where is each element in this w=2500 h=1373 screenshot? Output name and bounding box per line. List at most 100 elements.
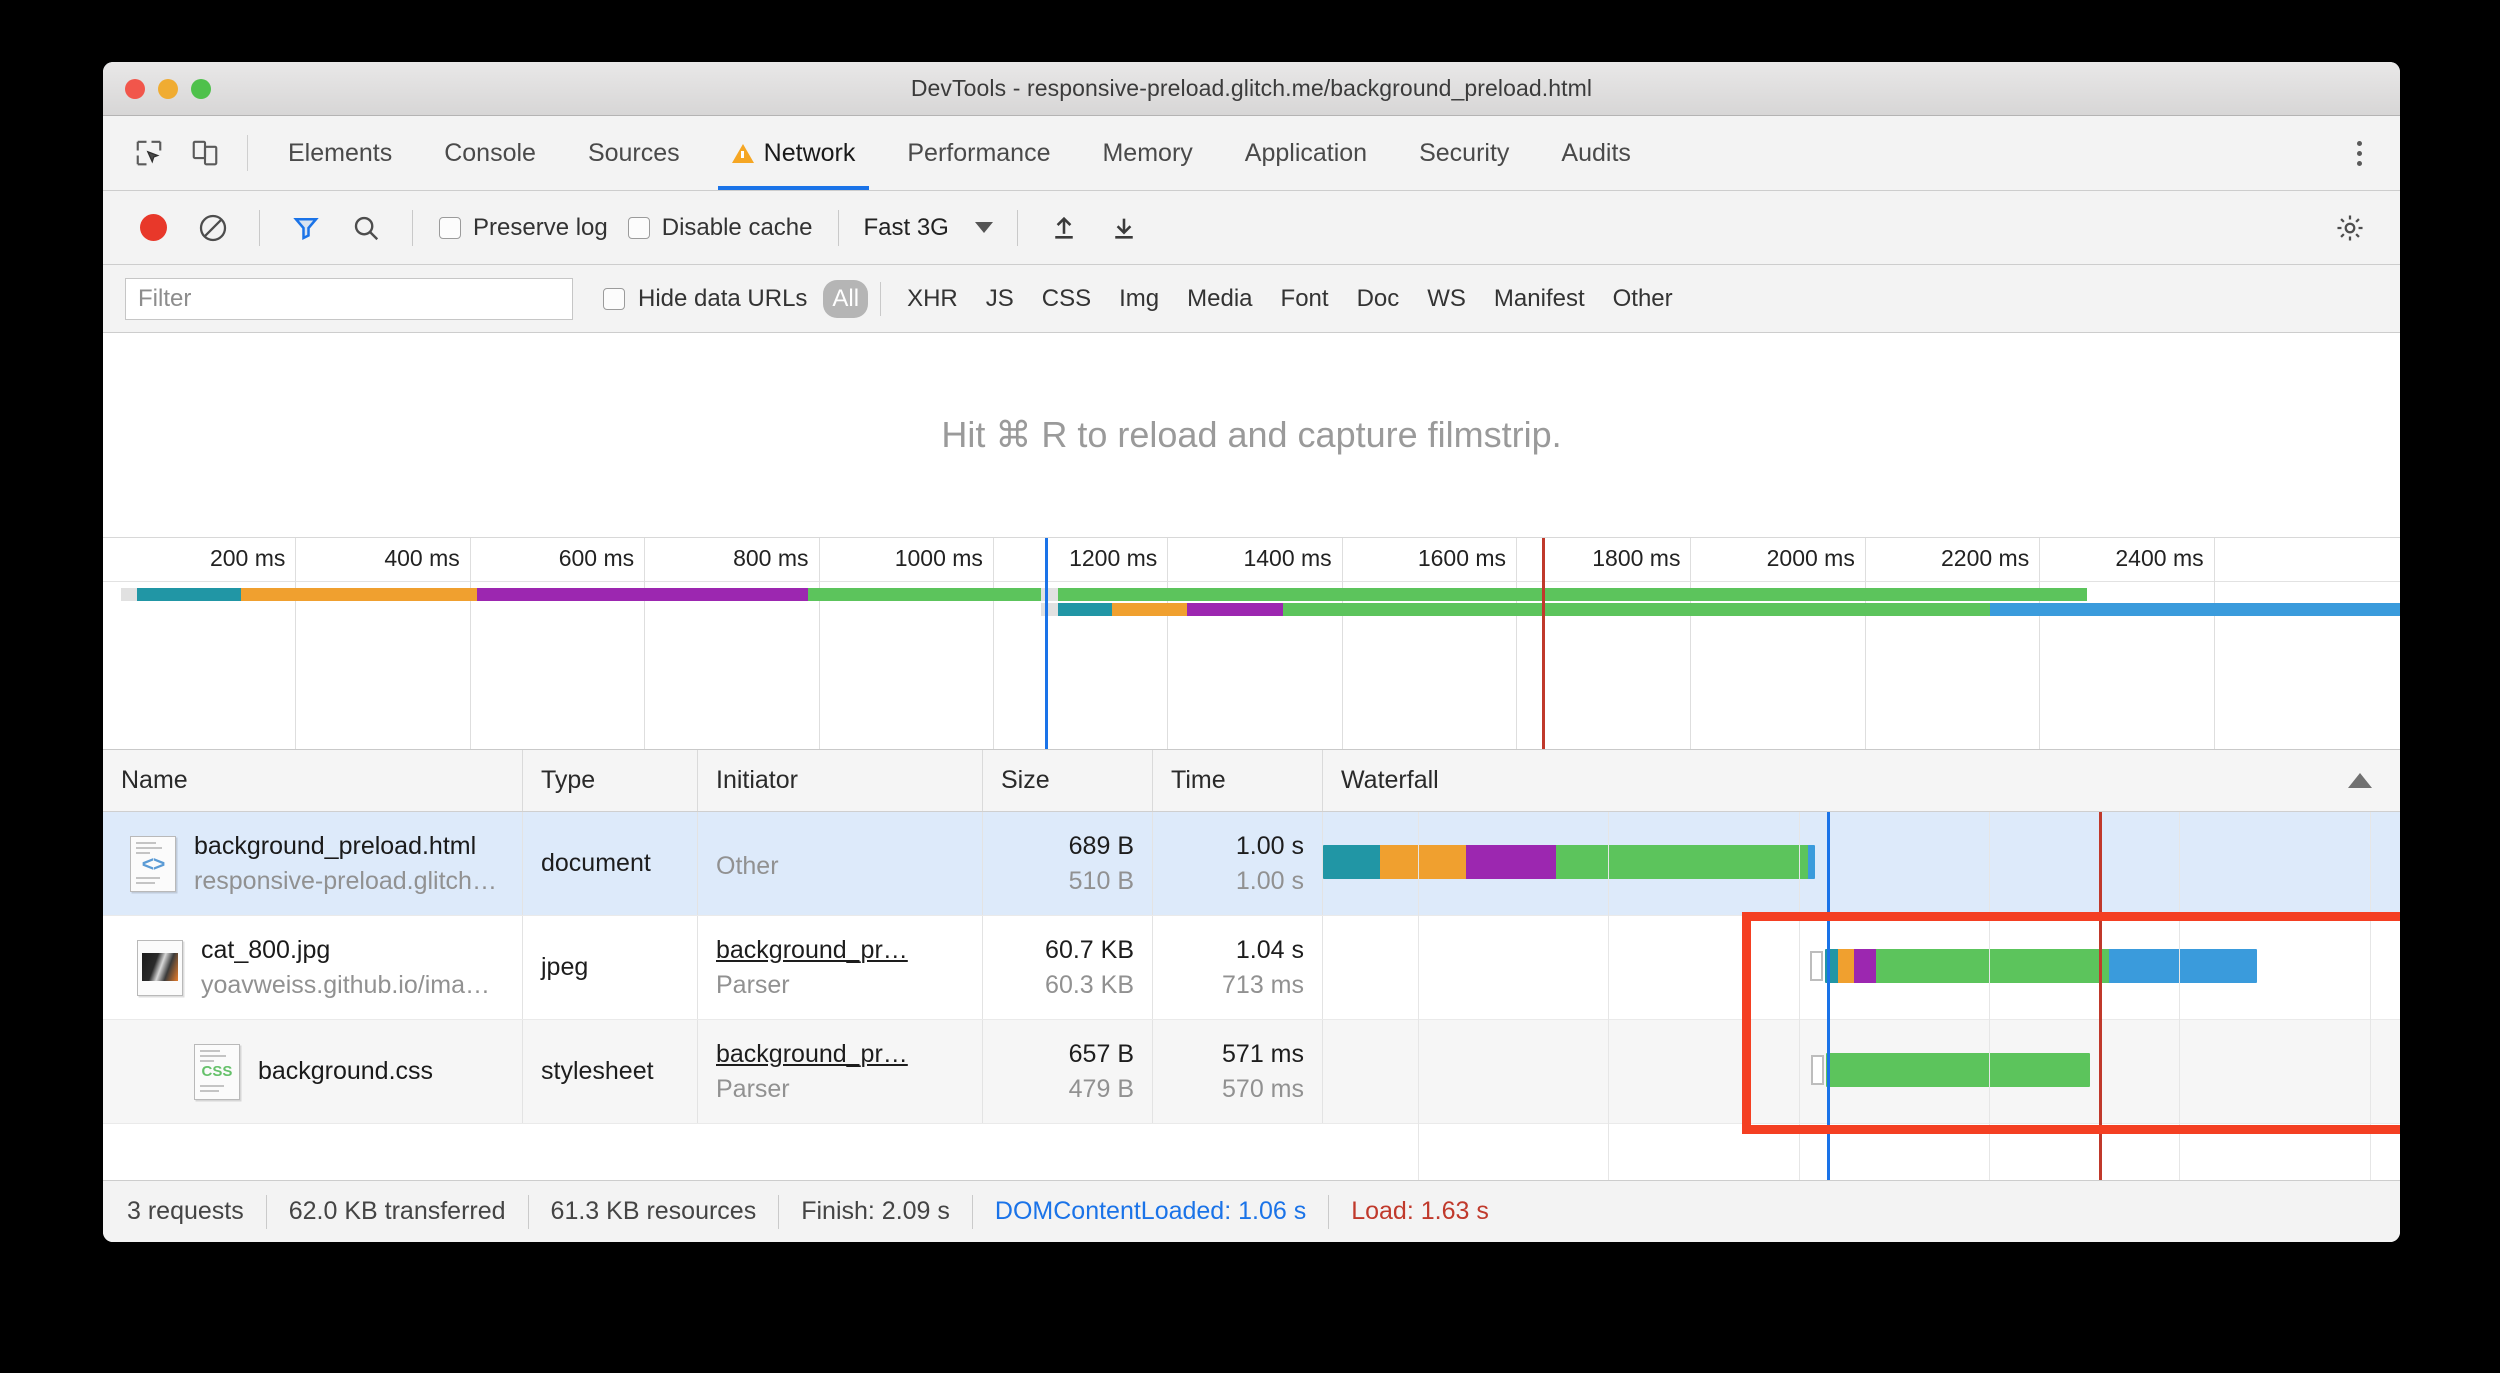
hide-data-urls-label: Hide data URLs — [638, 284, 808, 312]
type-filter-doc[interactable]: Doc — [1343, 280, 1414, 318]
type-filter-css[interactable]: CSS — [1028, 280, 1105, 318]
tab-elements[interactable]: Elements — [262, 116, 418, 190]
waterfall-bar — [1826, 1053, 2091, 1087]
tab-label: Audits — [1561, 138, 1631, 167]
cell-waterfall — [1323, 812, 2400, 915]
type-filter-ws[interactable]: WS — [1413, 280, 1480, 318]
table-row[interactable]: CSS background.css stylesheet background_pr… — [103, 1020, 2400, 1124]
tab-label: Sources — [587, 138, 680, 167]
dom-content-loaded-marker — [1045, 538, 1049, 749]
filmstrip-hint-message: Hit ⌘ R to reload and capture filmstrip. — [941, 414, 1562, 455]
minimize-window-button[interactable] — [158, 78, 178, 99]
overview-tick-label: 400 ms — [384, 545, 460, 571]
tab-performance[interactable]: Performance — [881, 116, 1076, 190]
overview-tick-label: 2200 ms — [1941, 545, 2030, 571]
column-header-name[interactable]: Name — [103, 750, 523, 811]
latency-time: 713 ms — [1222, 970, 1304, 999]
hide-data-urls-checkbox[interactable]: Hide data URLs — [603, 285, 807, 313]
tab-label: Console — [444, 138, 536, 167]
tab-memory[interactable]: Memory — [1076, 116, 1218, 190]
requests-table: Name Type Initiator Size Time Waterfall <> bac… — [103, 750, 2400, 1180]
overview-tick-label: 1000 ms — [894, 545, 983, 571]
close-window-button[interactable] — [125, 78, 145, 99]
request-type: stylesheet — [541, 1057, 654, 1085]
tab-application[interactable]: Application — [1219, 116, 1393, 190]
initiator-link[interactable]: background_pr… — [716, 1040, 964, 1069]
tab-security[interactable]: Security — [1393, 116, 1535, 190]
waterfall-segment — [1380, 845, 1466, 879]
request-name: cat_800.jpg — [200, 935, 331, 964]
type-filter-manifest[interactable]: Manifest — [1480, 280, 1599, 318]
overview-tick-label: 2400 ms — [2115, 545, 2204, 571]
filter-input[interactable] — [125, 277, 573, 320]
record-button[interactable] — [125, 200, 181, 256]
toolbar-divider-4 — [1016, 209, 1018, 246]
network-throttling-select[interactable]: Fast 3G — [857, 214, 998, 242]
sort-ascending-icon — [2348, 773, 2372, 788]
type-filter-js[interactable]: JS — [972, 280, 1028, 318]
gear-icon[interactable] — [2322, 200, 2378, 256]
import-har-icon[interactable] — [1036, 200, 1092, 256]
type-filter-all[interactable]: All — [823, 279, 869, 318]
cell-time: 1.00 s 1.00 s — [1153, 812, 1323, 915]
type-filter-xhr[interactable]: XHR — [893, 280, 972, 318]
cell-type: stylesheet — [523, 1020, 698, 1123]
cell-type: document — [523, 812, 698, 915]
window-title: DevTools - responsive-preload.glitch.me/… — [910, 75, 1593, 101]
latency-time: 1.00 s — [1235, 866, 1304, 895]
table-row[interactable]: cat_800.jpg yoavweiss.github.io/ima… jpeg b… — [103, 916, 2400, 1020]
transfer-size: 689 B — [1068, 831, 1134, 860]
device-toolbar-icon[interactable] — [177, 116, 233, 190]
total-time: 571 ms — [1222, 1039, 1304, 1068]
status-requests: 3 requests — [127, 1197, 244, 1225]
status-resources: 61.3 KB resources — [550, 1197, 757, 1225]
preserve-log-checkbox[interactable]: Preserve log — [431, 214, 616, 242]
toolbar-divider-2 — [412, 209, 413, 246]
column-header-label: Time — [1171, 766, 1226, 794]
cell-name: cat_800.jpg yoavweiss.github.io/ima… — [103, 916, 523, 1019]
devtools-window: DevTools - responsive-preload.glitch.me/… — [103, 62, 2400, 1242]
tab-network[interactable]: Network — [706, 116, 882, 190]
waterfall-segment — [1323, 845, 1381, 879]
overview-tick-label: 800 ms — [733, 545, 809, 571]
resource-type-filters: All XHR JS CSS Img Media Font Doc WS Manifest Othe… — [823, 279, 1687, 318]
column-header-initiator[interactable]: Initiator — [698, 750, 983, 811]
tab-audits[interactable]: Audits — [1535, 116, 1656, 190]
tab-label: Memory — [1102, 138, 1193, 167]
initiator-link[interactable]: background_pr… — [716, 936, 964, 965]
tab-console[interactable]: Console — [418, 116, 562, 190]
column-header-label: Waterfall — [1341, 766, 1439, 794]
column-header-label: Initiator — [716, 766, 798, 794]
queueing-marker — [1811, 1055, 1825, 1085]
column-header-time[interactable]: Time — [1153, 750, 1323, 811]
requests-table-header: Name Type Initiator Size Time Waterfall — [103, 750, 2400, 812]
type-filter-img[interactable]: Img — [1105, 280, 1173, 318]
filter-icon[interactable] — [278, 200, 334, 256]
table-row[interactable]: <> background_preload.html responsive-prel… — [103, 812, 2400, 916]
export-har-icon[interactable] — [1096, 200, 1152, 256]
cell-size: 689 B 510 B — [983, 812, 1153, 915]
tab-sources[interactable]: Sources — [562, 116, 706, 190]
total-time: 1.04 s — [1235, 935, 1304, 964]
network-overview[interactable]: 200 ms 400 ms 600 ms 800 ms 1000 ms 1200 ms 14… — [103, 538, 2400, 750]
search-icon[interactable] — [338, 200, 394, 256]
column-header-waterfall[interactable]: Waterfall — [1323, 750, 2400, 811]
type-filter-media[interactable]: Media — [1173, 280, 1266, 318]
tab-label: Elements — [288, 138, 393, 167]
disable-cache-checkbox[interactable]: Disable cache — [620, 214, 821, 242]
maximize-window-button[interactable] — [191, 78, 211, 99]
overview-bars — [103, 538, 2400, 749]
more-options-icon[interactable] — [2336, 130, 2382, 176]
throttling-value: Fast 3G — [863, 213, 949, 241]
status-load: Load: 1.63 s — [1351, 1197, 1489, 1225]
column-header-type[interactable]: Type — [523, 750, 698, 811]
type-filter-font[interactable]: Font — [1267, 280, 1343, 318]
waterfall-segment — [1854, 949, 1877, 983]
inspect-element-icon[interactable] — [121, 116, 177, 190]
column-header-size[interactable]: Size — [983, 750, 1153, 811]
type-filter-other[interactable]: Other — [1599, 280, 1687, 318]
clear-button[interactable] — [185, 200, 241, 256]
tab-label: Performance — [907, 138, 1051, 167]
overview-bar-segment — [1040, 603, 1059, 616]
overview-tick-label: 2000 ms — [1766, 545, 1855, 571]
